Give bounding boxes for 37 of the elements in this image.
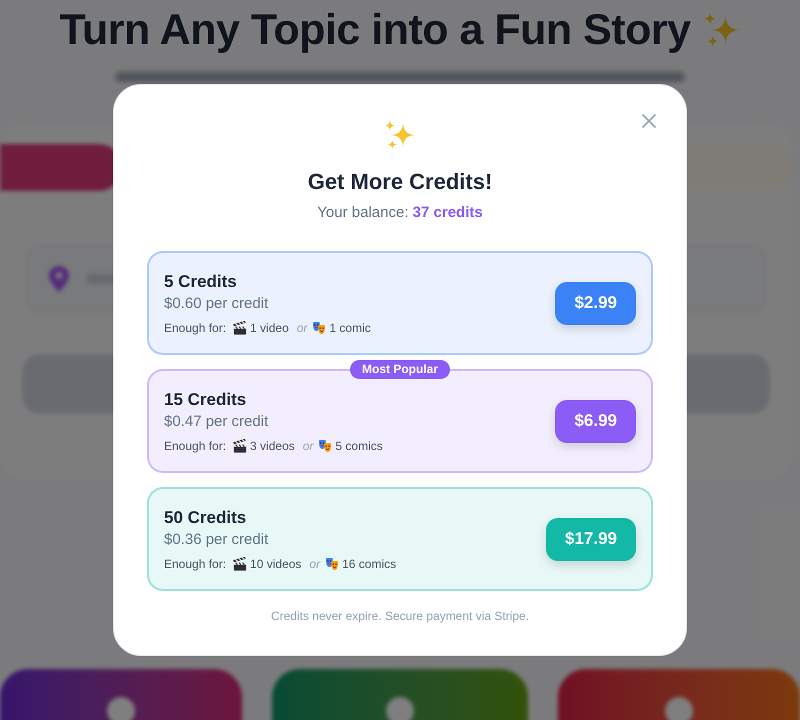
video-count: 1 video: [250, 320, 289, 336]
price-per-credit: $0.60 per credit: [164, 294, 270, 314]
clapperboard-icon: [233, 320, 248, 334]
comic-count: 5 comics: [335, 438, 383, 454]
theater-masks-icon: [318, 438, 332, 452]
close-button[interactable]: [640, 112, 658, 130]
theater-masks-icon: [312, 320, 326, 334]
blurred-text-drawing: [86, 274, 116, 284]
video-count: 10 videos: [250, 556, 302, 572]
price-per-credit: $0.36 per credit: [164, 530, 270, 550]
enough-for-label: Enough for:: [164, 438, 226, 454]
balance-text: Your balance: 37 credits: [316, 203, 484, 223]
comic-count: 16 comics: [342, 556, 396, 572]
footer-note: Credits never expire. Secure payment via Stripe.: [270, 608, 530, 624]
page-title: Turn Any Topic into a Fun Story: [59, 5, 691, 56]
price-per-credit: $0.47 per credit: [164, 412, 270, 432]
close-icon: [642, 114, 656, 128]
package-title: 50 Credits: [164, 506, 248, 528]
package-title: 15 Credits: [164, 388, 248, 410]
enough-for-label: Enough for:: [164, 556, 226, 572]
clapperboard-icon: [233, 438, 248, 452]
popular-badge: Most Popular: [350, 360, 450, 379]
or-text: or: [302, 438, 314, 454]
or-text: or: [296, 320, 308, 336]
buy-button[interactable]: $17.99: [546, 518, 636, 560]
or-text: or: [309, 556, 320, 572]
theater-masks-icon: [325, 556, 340, 570]
map-pin-icon: [48, 265, 70, 293]
buy-button[interactable]: $6.99: [555, 400, 636, 442]
dialog-title: Get More Credits!: [306, 168, 494, 196]
video-count: 3 videos: [250, 438, 295, 454]
comic-count: 1 comic: [329, 320, 371, 336]
package-title: 5 Credits: [164, 270, 238, 292]
buy-button[interactable]: $2.99: [555, 282, 636, 324]
clapperboard-icon: [233, 556, 248, 570]
enough-for-label: Enough for:: [164, 320, 226, 336]
sparkles-icon: [384, 119, 416, 151]
